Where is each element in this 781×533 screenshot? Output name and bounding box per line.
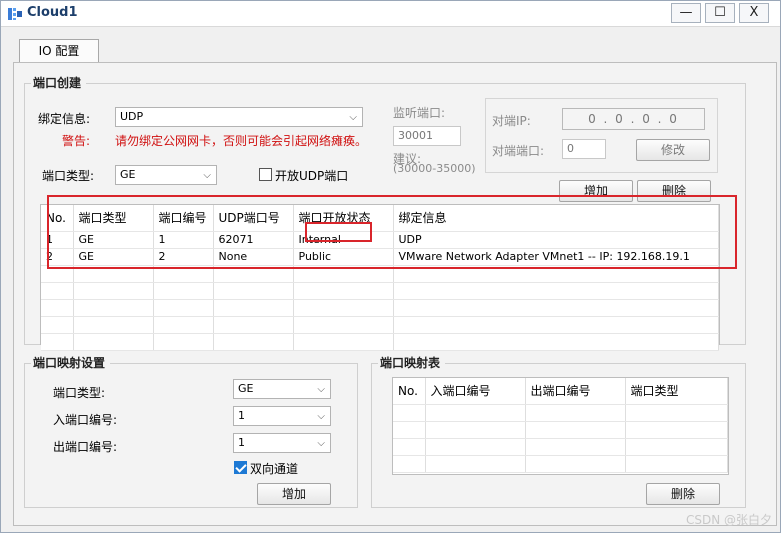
in-port-value: 1 [238,409,245,422]
suggest-range: (30000-35000) [393,162,476,175]
empty-row [41,299,719,317]
listen-port-input[interactable]: 30001 [393,126,461,146]
port-map-settings-group: 端口映射设置 端口类型: GE ⌵ 入端口编号: 1 ⌵ 出端口编号: 1 ⌵ … [24,354,358,508]
chevron-down-icon: ⌵ [203,170,211,181]
warning-text: 请勿绑定公网网卡，否则可能会引起网络瘫痪。 [115,134,368,148]
peer-ip-input[interactable]: 0 . 0 . 0 . 0 [562,108,705,130]
chevron-down-icon: ⌵ [317,438,325,449]
column-header[interactable]: No. [393,378,426,405]
empty-row [393,438,728,456]
modify-button[interactable]: 修改 [636,139,710,161]
cloud-app-icon [8,8,22,20]
maximize-button[interactable]: ☐ [705,3,735,23]
column-header[interactable]: 入端口编号 [425,378,526,405]
open-udp-checkbox[interactable] [259,168,272,181]
port-create-title: 端口创建 [31,74,87,91]
bind-info-select[interactable]: UDP ⌵ [115,107,363,127]
empty-row [393,404,728,422]
in-port-label: 入端口编号: [53,413,118,427]
chevron-down-icon: ⌵ [317,411,325,422]
delete-mapping-button[interactable]: 删除 [646,483,720,505]
out-port-label: 出端口编号: [53,440,118,454]
peer-config-box: 对端IP: 0 . 0 . 0 . 0 对端端口: 0 修改 [485,98,718,173]
window-title: Cloud1 [27,5,78,20]
io-config-panel: 端口创建 绑定信息: UDP ⌵ 警告: 请勿绑定公网网卡，否则可能会引起网络瘫… [13,62,777,526]
out-port-value: 1 [238,436,245,449]
tab-io-config[interactable]: IO 配置 [19,39,99,63]
warning-label: 警告: [62,134,91,148]
port-map-table-group: 端口映射表 No. 入端口编号 出端口编号 端口类型 删除 [371,354,746,508]
map-table-header: No. 入端口编号 出端口编号 端口类型 [393,378,728,405]
map-port-type-label: 端口类型: [53,386,106,400]
cloud-config-window: Cloud1 — ☐ X IO 配置 端口创建 绑定信息: UDP ⌵ 警告: … [0,0,781,533]
peer-port-input[interactable]: 0 [562,139,606,159]
bind-info-value: UDP [120,110,144,123]
port-map-table-title: 端口映射表 [378,354,446,371]
empty-row [393,421,728,439]
close-button[interactable]: X [739,3,769,23]
add-mapping-button[interactable]: 增加 [257,483,331,505]
internal-highlight-box [305,222,372,242]
in-port-select[interactable]: 1 ⌵ [233,406,331,426]
bidirectional-checkbox[interactable] [234,461,247,474]
peer-port-label: 对端端口: [492,144,545,158]
column-header[interactable]: 出端口编号 [525,378,626,405]
map-port-type-value: GE [238,382,254,395]
title-bar[interactable]: Cloud1 — ☐ X [1,1,780,27]
bind-info-label: 绑定信息: [38,112,91,126]
chevron-down-icon: ⌵ [349,112,357,123]
map-port-type-select[interactable]: GE ⌵ [233,379,331,399]
port-type-value: GE [120,168,136,181]
column-header[interactable]: 端口类型 [625,378,728,405]
empty-row [41,282,719,300]
map-table-container: No. 入端口编号 出端口编号 端口类型 [392,377,729,475]
chevron-down-icon: ⌵ [317,384,325,395]
watermark-text: CSDN @张白夕 [685,513,772,527]
port-type-label: 端口类型: [42,169,95,183]
port-type-select[interactable]: GE ⌵ [115,165,217,185]
bidirectional-label: 双向通道 [250,462,299,476]
map-table: No. 入端口编号 出端口编号 端口类型 [393,378,728,473]
open-udp-label: 开放UDP端口 [275,169,349,183]
port-map-settings-title: 端口映射设置 [31,354,111,371]
peer-ip-label: 对端IP: [492,114,531,128]
empty-row [393,455,728,473]
out-port-select[interactable]: 1 ⌵ [233,433,331,453]
listen-port-label: 监听端口: [393,106,446,120]
empty-row [41,316,719,334]
table-highlight-box [47,195,737,269]
empty-row [41,333,719,351]
minimize-button[interactable]: — [671,3,701,23]
